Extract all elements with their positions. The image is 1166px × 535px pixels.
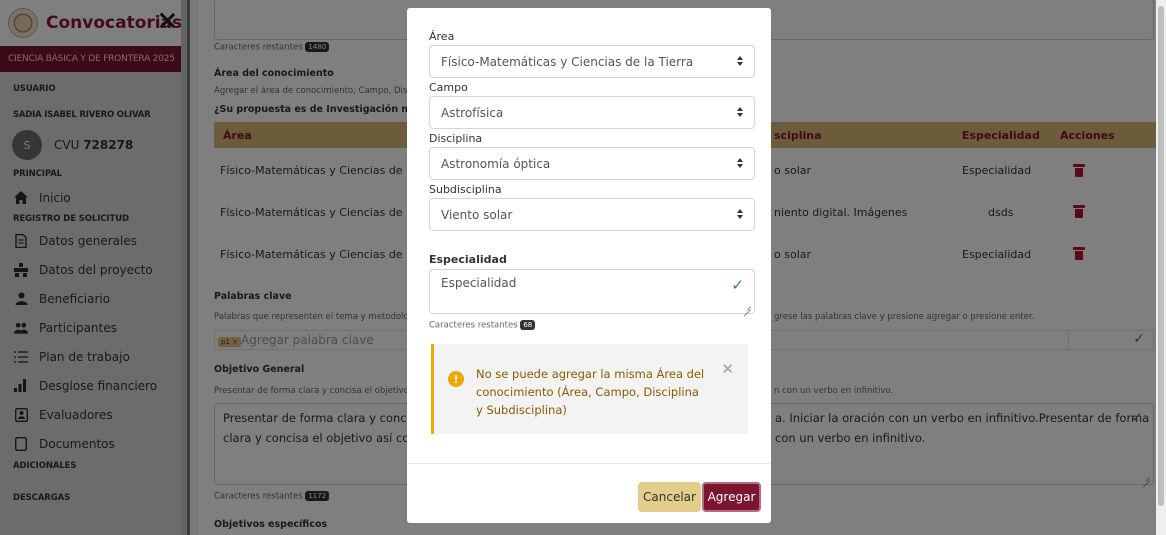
remaining-characters: Caracteres restantes 68: [429, 320, 536, 331]
subdisciplina-label: Subdisciplina: [429, 183, 502, 196]
area-select[interactable]: Físico-Matemáticas y Ciencias de la Tier…: [429, 45, 755, 78]
select-arrows-icon: [736, 106, 744, 120]
select-arrows-icon: [736, 208, 744, 222]
area-label: Área: [429, 30, 455, 43]
campo-select-value: Astrofísica: [441, 105, 504, 120]
disciplina-select[interactable]: Astronomía óptica: [429, 147, 755, 180]
campo-label: Campo: [429, 81, 468, 94]
disciplina-label: Disciplina: [429, 132, 483, 145]
subdisciplina-select[interactable]: Viento solar: [429, 198, 755, 231]
page-scrollbar[interactable]: [1156, 0, 1166, 535]
add-button[interactable]: Agregar: [702, 482, 761, 512]
add-area-modal: Área Físico-Matemáticas y Ciencias de la…: [407, 8, 771, 523]
resize-handle-icon[interactable]: [743, 302, 751, 310]
campo-select[interactable]: Astrofísica: [429, 96, 755, 129]
subdisciplina-select-value: Viento solar: [441, 207, 513, 222]
select-arrows-icon: [736, 55, 744, 69]
especialidad-label: Especialidad: [429, 253, 507, 266]
check-icon: ✓: [731, 276, 744, 294]
alert-message: No se puede agregar la misma Área del co…: [476, 367, 705, 417]
select-arrows-icon: [736, 157, 744, 171]
modal-footer-divider: [407, 463, 771, 464]
especialidad-textarea[interactable]: Especialidad ✓: [429, 269, 755, 314]
area-select-value: Físico-Matemáticas y Ciencias de la Tier…: [441, 54, 694, 69]
warning-alert: ! No se puede agregar la misma Área del …: [431, 344, 748, 434]
warning-icon: !: [448, 371, 464, 387]
remaining-count-badge: 68: [520, 320, 536, 330]
close-icon[interactable]: ✕: [721, 360, 734, 378]
cancel-button[interactable]: Cancelar: [638, 482, 701, 512]
especialidad-value: Especialidad: [441, 276, 517, 290]
page-scrollbar-thumb[interactable]: [1158, 6, 1164, 506]
disciplina-select-value: Astronomía óptica: [441, 156, 551, 171]
